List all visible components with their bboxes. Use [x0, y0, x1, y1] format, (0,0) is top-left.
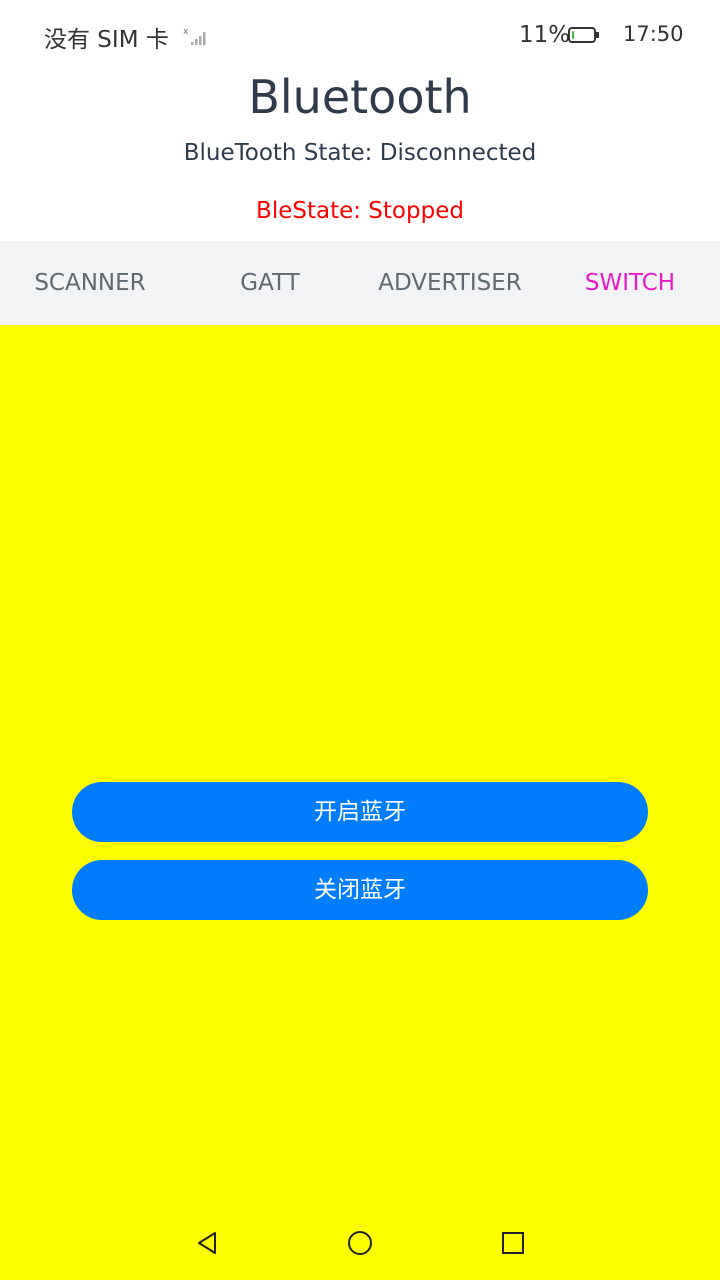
ble-state-text: BleState: Stopped	[256, 198, 464, 224]
home-circle-icon[interactable]	[345, 1228, 375, 1258]
tab-scanner[interactable]: SCANNER	[0, 241, 180, 325]
disable-bluetooth-button[interactable]: 关闭蓝牙	[72, 860, 648, 920]
bluetooth-state-text: BlueTooth State: Disconnected	[183, 140, 537, 166]
tab-switch[interactable]: SWITCH	[540, 241, 720, 325]
carrier-label: 没有 SIM 卡	[44, 27, 169, 53]
tab-gatt[interactable]: GATT	[180, 241, 360, 325]
page-title: Bluetooth	[248, 70, 472, 124]
back-triangle-icon[interactable]	[192, 1228, 222, 1258]
tab-bar: SCANNER GATT ADVERTISER SWITCH	[0, 241, 720, 325]
svg-text:x: x	[183, 27, 189, 37]
signal-icon: x	[183, 27, 206, 45]
battery-level-fill	[572, 31, 574, 39]
battery-icon	[568, 27, 596, 43]
recents-square-icon[interactable]	[498, 1228, 528, 1258]
status-bar: 没有 SIM 卡 x 11% 17:50	[0, 0, 720, 70]
enable-bluetooth-button[interactable]: 开启蓝牙	[72, 782, 648, 842]
clock: 17:50	[623, 22, 684, 46]
navigation-bar	[0, 1210, 720, 1280]
tab-advertiser[interactable]: ADVERTISER	[360, 241, 540, 325]
switch-panel: 开启蓝牙 关闭蓝牙	[0, 325, 720, 1280]
battery-percent: 11%	[519, 22, 571, 48]
battery-cap	[596, 32, 599, 38]
